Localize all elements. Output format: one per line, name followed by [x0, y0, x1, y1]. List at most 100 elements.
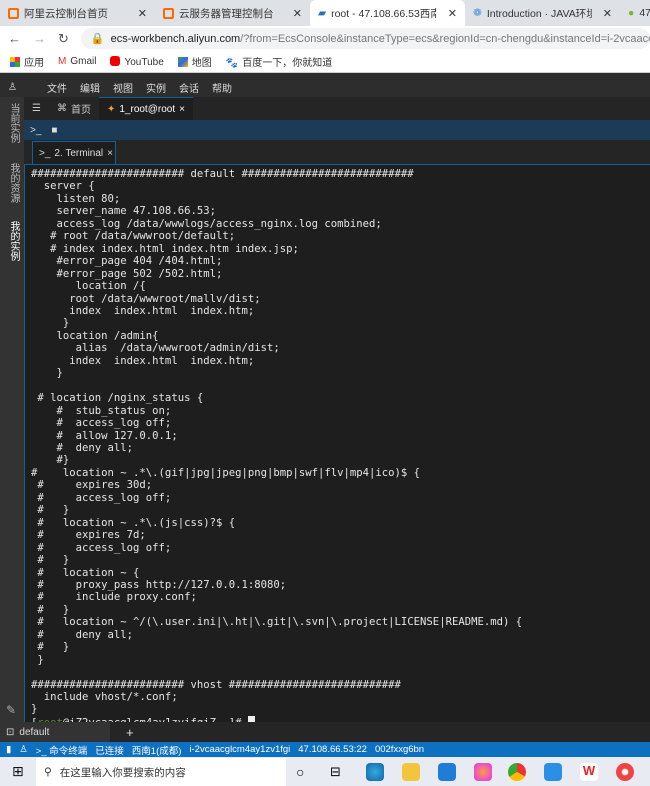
terminal-line: # access_log off;: [56, 417, 172, 430]
terminal-line: server_name 47.108.66.53;: [56, 205, 216, 218]
terminal-line: # location ~ ^/(\.user.ini|\.ht|\.git|\.…: [37, 616, 523, 629]
sidebar-item-my-instances[interactable]: 我的实例: [6, 221, 21, 261]
apps-icon: [10, 57, 20, 67]
session-icon: ✦: [106, 103, 116, 115]
bookmark-gmail[interactable]: M Gmail: [58, 56, 96, 67]
menu-file[interactable]: 文件: [47, 80, 67, 95]
linux-icon: ♙: [8, 81, 17, 93]
tab-home[interactable]: ⌘ 首页: [49, 97, 99, 120]
bookmark-maps[interactable]: 地图: [177, 54, 212, 69]
status-terminal: >_ 命令终端: [35, 745, 88, 757]
menu-instance[interactable]: 实例: [146, 80, 166, 95]
address-bar-row: ← → ↻ 🔒 ecs-workbench.aliyun.com/?from=Ec…: [0, 26, 650, 51]
back-icon[interactable]: ←: [8, 31, 21, 46]
taskbar-search[interactable]: ⚲ 在这里输入你要搜索的内容: [36, 758, 286, 786]
terminal-line: # access_log off;: [37, 491, 172, 504]
bookmark-baidu[interactable]: 🐾 百度一下，你就知道: [226, 54, 332, 69]
bookmark-youtube[interactable]: YouTube: [110, 55, 164, 68]
app-menu-bar: ♙ 文件 编辑 视图 实例 会话 帮助: [0, 77, 650, 97]
session-toolbar: >_ ■: [24, 120, 650, 140]
sidebar-item-current-instance[interactable]: 当前实例: [6, 103, 21, 143]
url-input[interactable]: 🔒 ecs-workbench.aliyun.com/?from=EcsConso…: [80, 28, 650, 49]
terminal-line: # location ~ .*\.(gif|jpg|jpeg|png|bmp|s…: [31, 466, 421, 479]
terminal-line: # deny all;: [37, 628, 134, 641]
menu-view[interactable]: 视图: [113, 80, 133, 95]
terminal-line: server {: [43, 180, 95, 193]
tab-terminal[interactable]: >_ 2. Terminal ×: [32, 141, 116, 164]
terminal-line: location /{: [75, 280, 146, 293]
terminal-line: location /admin{: [56, 329, 159, 342]
close-icon[interactable]: ×: [107, 148, 113, 159]
status-address: 47.108.66.53:22: [298, 744, 367, 755]
pin-icon[interactable]: ✎: [6, 703, 16, 717]
add-tab-button[interactable]: +: [126, 725, 134, 740]
terminal-line: access_log /data/wwwlogs/access_nginx.lo…: [56, 217, 382, 230]
close-icon[interactable]: ×: [179, 104, 185, 115]
firefox-icon[interactable]: [474, 763, 492, 781]
chrome-icon[interactable]: [508, 763, 526, 781]
terminal-line: # expires 30d;: [37, 479, 153, 492]
app-icon[interactable]: [616, 763, 634, 781]
terminal-line: # location /nginx_status {: [37, 392, 204, 405]
aliyun-icon: [8, 7, 19, 19]
terminal-line: # root /data/wwwroot/default;: [50, 230, 236, 243]
terminal-line: # }: [37, 554, 70, 567]
terminal-line: # location ~ {: [37, 566, 140, 579]
forward-icon[interactable]: →: [33, 31, 46, 46]
tab-root-session[interactable]: ✦ 1_root@root ×: [98, 97, 193, 120]
terminal-line: # allow 127.0.0.1;: [56, 429, 178, 442]
terminal-tab-bar: >_ 2. Terminal ×: [24, 140, 650, 164]
terminal-line: # expires 7d;: [37, 529, 146, 542]
sidebar-item-my-resources[interactable]: 我的资源: [6, 163, 21, 203]
terminal-output: ######################## default #######…: [31, 168, 522, 729]
menu-edit[interactable]: 编辑: [80, 80, 100, 95]
terminal-line: index index.html index.htm;: [69, 304, 255, 317]
leaf-icon: ●: [628, 7, 635, 19]
browser-tab[interactable]: ●47.: [620, 0, 650, 26]
file-explorer-icon[interactable]: [402, 763, 420, 781]
menu-help[interactable]: 帮助: [212, 80, 232, 95]
mail-icon[interactable]: [438, 763, 456, 781]
browser-tab[interactable]: 阿里云控制台首页 ✕: [0, 0, 155, 26]
tab-default[interactable]: ⊡ default: [0, 722, 110, 742]
gmail-icon: M: [58, 56, 67, 67]
close-icon[interactable]: ✕: [293, 7, 302, 20]
linux-icon: ♙: [19, 744, 28, 755]
terminal-line: }: [62, 317, 70, 330]
terminal-line: include vhost/*.conf;: [43, 691, 178, 704]
status-instance-id: i-2vcaacglcm4ay1zv1fgi: [189, 744, 291, 755]
task-view-icon[interactable]: ⊟: [330, 764, 341, 780]
terminal[interactable]: ######################## default #######…: [24, 164, 650, 729]
status-code: 002fxxg6bn: [374, 744, 425, 755]
terminal-line: ######################## default #######…: [31, 168, 414, 180]
browser-tab[interactable]: 云服务器管理控制台 ✕: [155, 0, 310, 26]
browser-tab-strip: 阿里云控制台首页 ✕ 云服务器管理控制台 ✕ ▰ root - 47.108.66.5…: [0, 0, 650, 26]
sidebar: 当前实例 我的资源 我的实例: [0, 97, 24, 742]
folder-icon[interactable]: ■: [51, 125, 57, 136]
status-region: 西南1(成都): [131, 745, 182, 757]
browser-tab-active[interactable]: ▰root - 47.108.66.53西南1(✕: [310, 0, 465, 26]
terminal-icon: ⊡: [6, 726, 15, 738]
wps-icon[interactable]: W: [580, 763, 598, 781]
bookmark-apps[interactable]: 应用: [10, 54, 44, 69]
cortana-icon[interactable]: ○: [296, 764, 304, 780]
search-icon: ⚲: [44, 766, 52, 778]
feishu-icon[interactable]: [544, 763, 562, 781]
close-icon[interactable]: ✕: [138, 7, 147, 20]
terminal-line: #error_page 404 /404.html;: [56, 255, 223, 268]
terminal-icon[interactable]: >_: [30, 125, 41, 136]
terminal-line: }: [31, 703, 38, 716]
terminal-line: }: [56, 367, 63, 380]
toggle-sidebar-icon[interactable]: ☰: [24, 97, 49, 120]
app-tab-bar: ☰ ⌘ 首页 ✦ 1_root@root ×: [24, 97, 650, 120]
menu-session[interactable]: 会话: [179, 80, 199, 95]
reload-icon[interactable]: ↻: [58, 31, 69, 47]
terminal-line: listen 80;: [56, 192, 121, 205]
edge-icon[interactable]: [366, 763, 384, 781]
windows-start-icon[interactable]: ⊞: [12, 763, 24, 780]
close-icon[interactable]: ✕: [603, 7, 612, 20]
terminal-line: # include proxy.conf;: [37, 591, 197, 604]
close-icon[interactable]: ✕: [448, 7, 457, 20]
browser-tab[interactable]: ❁ Introduction · JAVA环境 ✕: [465, 0, 620, 26]
terminal-icon: >_: [39, 147, 51, 159]
